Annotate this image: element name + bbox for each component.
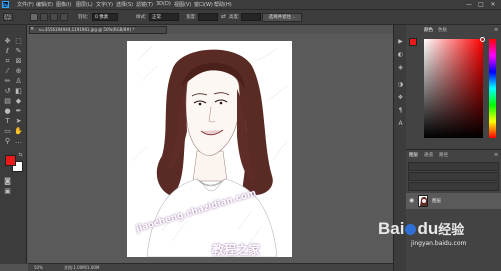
brush-tool-icon[interactable]: ✏ bbox=[3, 77, 12, 86]
layers-panel: 图层 通道 路径 ≡ ◉ 图层 bbox=[406, 149, 501, 271]
history-brush-tool-icon[interactable]: ↺ bbox=[3, 87, 12, 96]
options-bar: 羽化: 0 像素 样式: 正常 宽度: ⇄ 高度: 选择并遮住... bbox=[0, 9, 501, 25]
baidu-logo-jingyan: 经验 bbox=[438, 222, 465, 237]
eyedropper-tool-icon[interactable]: ⁄ bbox=[3, 67, 12, 76]
close-window-button[interactable]: ✕ bbox=[487, 0, 499, 9]
shape-tool-icon[interactable]: ▭ bbox=[3, 127, 12, 136]
history-panel-icon[interactable]: ▶ bbox=[396, 37, 405, 46]
watermark-site-name: 教程之家 bbox=[212, 243, 261, 257]
menu-file[interactable]: 文件(F) bbox=[17, 1, 34, 8]
healing-tool-icon[interactable]: ⊕ bbox=[14, 67, 23, 76]
width-input[interactable] bbox=[198, 13, 218, 21]
menu-layer[interactable]: 图层(L) bbox=[76, 1, 93, 8]
frame-tool-icon[interactable]: ⊠ bbox=[14, 57, 23, 66]
styles-panel-icon[interactable]: ❖ bbox=[396, 93, 405, 102]
layer-name[interactable]: 图层 bbox=[432, 198, 441, 204]
layer-row[interactable]: ◉ 图层 bbox=[406, 193, 501, 209]
pen-tool-icon[interactable]: ✒ bbox=[14, 107, 23, 116]
photoshop-logo: Ps bbox=[2, 1, 9, 8]
hue-slider[interactable] bbox=[489, 39, 496, 138]
status-bar: 50% 文档:1.00M/1.00M bbox=[28, 263, 393, 271]
height-label: 高度: bbox=[229, 15, 240, 20]
marquee-preset-icon[interactable] bbox=[3, 13, 13, 21]
panel-menu-icon[interactable]: ≡ bbox=[494, 27, 498, 33]
baidu-logo-du: du bbox=[417, 219, 439, 238]
style-label: 样式: bbox=[136, 15, 147, 20]
select-and-mask-button[interactable]: 选择并遮住... bbox=[262, 13, 302, 22]
screen-mode-icon[interactable]: ▣ bbox=[3, 187, 12, 196]
dodge-tool-icon[interactable]: ● bbox=[3, 107, 12, 116]
menu-edit[interactable]: 编辑(E) bbox=[36, 1, 53, 8]
document-size-info[interactable]: 文档:1.00M/1.00M bbox=[64, 264, 99, 271]
quick-mask-icon[interactable]: ◙ bbox=[3, 177, 12, 186]
menu-filter[interactable]: 滤镜(T) bbox=[136, 1, 153, 8]
blur-tool-icon[interactable]: ◆ bbox=[14, 97, 23, 106]
swap-dimensions-icon[interactable]: ⇄ bbox=[221, 13, 226, 20]
maximize-button[interactable]: □ bbox=[475, 0, 487, 9]
intersect-selection-icon[interactable] bbox=[60, 13, 68, 21]
menu-3d[interactable]: 3D(D) bbox=[156, 1, 171, 7]
foreground-color-swatch[interactable] bbox=[5, 155, 16, 166]
crop-tool-icon[interactable]: ⌗ bbox=[3, 57, 12, 66]
document-tab[interactable]: u=3556194944,1191981.jpg @ 50%(RGB/8#) * bbox=[29, 26, 167, 34]
clone-stamp-tool-icon[interactable]: ♙ bbox=[14, 77, 23, 86]
gradient-tool-icon[interactable]: ▤ bbox=[3, 97, 12, 106]
tab-channels[interactable]: 通道 bbox=[424, 152, 433, 160]
menu-bar: Ps 文件(F) 编辑(E) 图像(I) 图层(L) 文字(Y) 选择(S) 滤… bbox=[0, 0, 501, 9]
marquee-tool-icon[interactable]: ⬚ bbox=[14, 37, 23, 46]
tab-layers[interactable]: 图层 bbox=[409, 152, 418, 160]
subtract-selection-icon[interactable] bbox=[50, 13, 58, 21]
layers-menu-icon[interactable]: ≡ bbox=[494, 152, 498, 158]
baidu-paw-icon bbox=[405, 224, 417, 236]
menu-image[interactable]: 图像(I) bbox=[56, 1, 71, 8]
tab-swatches[interactable]: 色板 bbox=[438, 27, 447, 35]
close-document-icon[interactable]: × bbox=[30, 26, 34, 32]
paragraph-panel-icon[interactable]: ¶ bbox=[396, 106, 405, 115]
lasso-tool-icon[interactable]: ℓ bbox=[3, 47, 12, 56]
path-select-tool-icon[interactable]: ➤ bbox=[14, 117, 23, 126]
hand-tool-icon[interactable]: ✋ bbox=[14, 127, 23, 136]
width-label: 宽度: bbox=[186, 15, 197, 20]
layer-filter-bar[interactable] bbox=[408, 162, 499, 171]
baidu-logo-bai: Bai bbox=[378, 219, 405, 238]
color-panel: 颜色 色板 ≡ bbox=[406, 25, 501, 149]
color-spectrum-field[interactable] bbox=[424, 39, 483, 138]
character-panel-icon[interactable]: A bbox=[396, 119, 405, 128]
add-selection-icon[interactable] bbox=[40, 13, 48, 21]
zoom-tool-icon[interactable]: ⚲ bbox=[3, 137, 12, 146]
minimize-button[interactable]: — bbox=[463, 0, 475, 9]
panel-foreground-swatch[interactable] bbox=[409, 38, 417, 46]
menu-type[interactable]: 文字(Y) bbox=[96, 1, 113, 8]
tab-color[interactable]: 颜色 bbox=[424, 27, 433, 35]
swap-colors-icon[interactable]: ⇆ bbox=[16, 151, 25, 160]
feather-input[interactable]: 0 像素 bbox=[92, 13, 118, 21]
adjustments-panel-icon[interactable]: ◑ bbox=[396, 80, 405, 89]
baidu-logo: Bai du经验 bbox=[378, 219, 464, 239]
tab-paths[interactable]: 路径 bbox=[439, 152, 448, 160]
menu-select[interactable]: 选择(S) bbox=[116, 1, 133, 8]
quick-select-tool-icon[interactable]: ✎ bbox=[14, 47, 23, 56]
color-picker-cursor[interactable] bbox=[480, 37, 485, 42]
document-tab-title: u=3556194944,1191981.jpg @ 50%(RGB/8#) * bbox=[39, 27, 135, 32]
properties-panel-icon[interactable]: ◐ bbox=[396, 50, 405, 59]
type-tool-icon[interactable]: T bbox=[3, 117, 12, 126]
baidu-url: jingyan.baidu.com bbox=[411, 240, 467, 247]
visibility-eye-icon[interactable]: ◉ bbox=[409, 197, 414, 204]
layer-thumbnail bbox=[418, 195, 428, 207]
color-panel-icon[interactable]: ◈ bbox=[396, 63, 405, 72]
feather-label: 羽化: bbox=[78, 15, 89, 20]
menu-window[interactable]: 窗口(W) bbox=[194, 1, 213, 8]
more-tools-icon[interactable]: … bbox=[14, 137, 23, 146]
style-select[interactable]: 正常 bbox=[149, 13, 179, 21]
tools-panel: ✥ ⬚ ℓ ✎ ⌗ ⊠ ⁄ ⊕ ✏ ♙ ↺ ◧ ▤ ◆ ● ✒ T ➤ ▭ ✋ … bbox=[0, 25, 27, 264]
zoom-level[interactable]: 50% bbox=[34, 264, 43, 271]
eraser-tool-icon[interactable]: ◧ bbox=[14, 87, 23, 96]
blend-mode-bar[interactable] bbox=[408, 172, 499, 181]
new-selection-icon[interactable] bbox=[30, 13, 38, 21]
menu-view[interactable]: 视图(V) bbox=[174, 1, 191, 8]
move-tool-icon[interactable]: ✥ bbox=[3, 37, 12, 46]
height-input[interactable] bbox=[241, 13, 261, 21]
lock-fill-bar[interactable] bbox=[408, 182, 499, 191]
menu-help[interactable]: 帮助(H) bbox=[214, 1, 232, 8]
